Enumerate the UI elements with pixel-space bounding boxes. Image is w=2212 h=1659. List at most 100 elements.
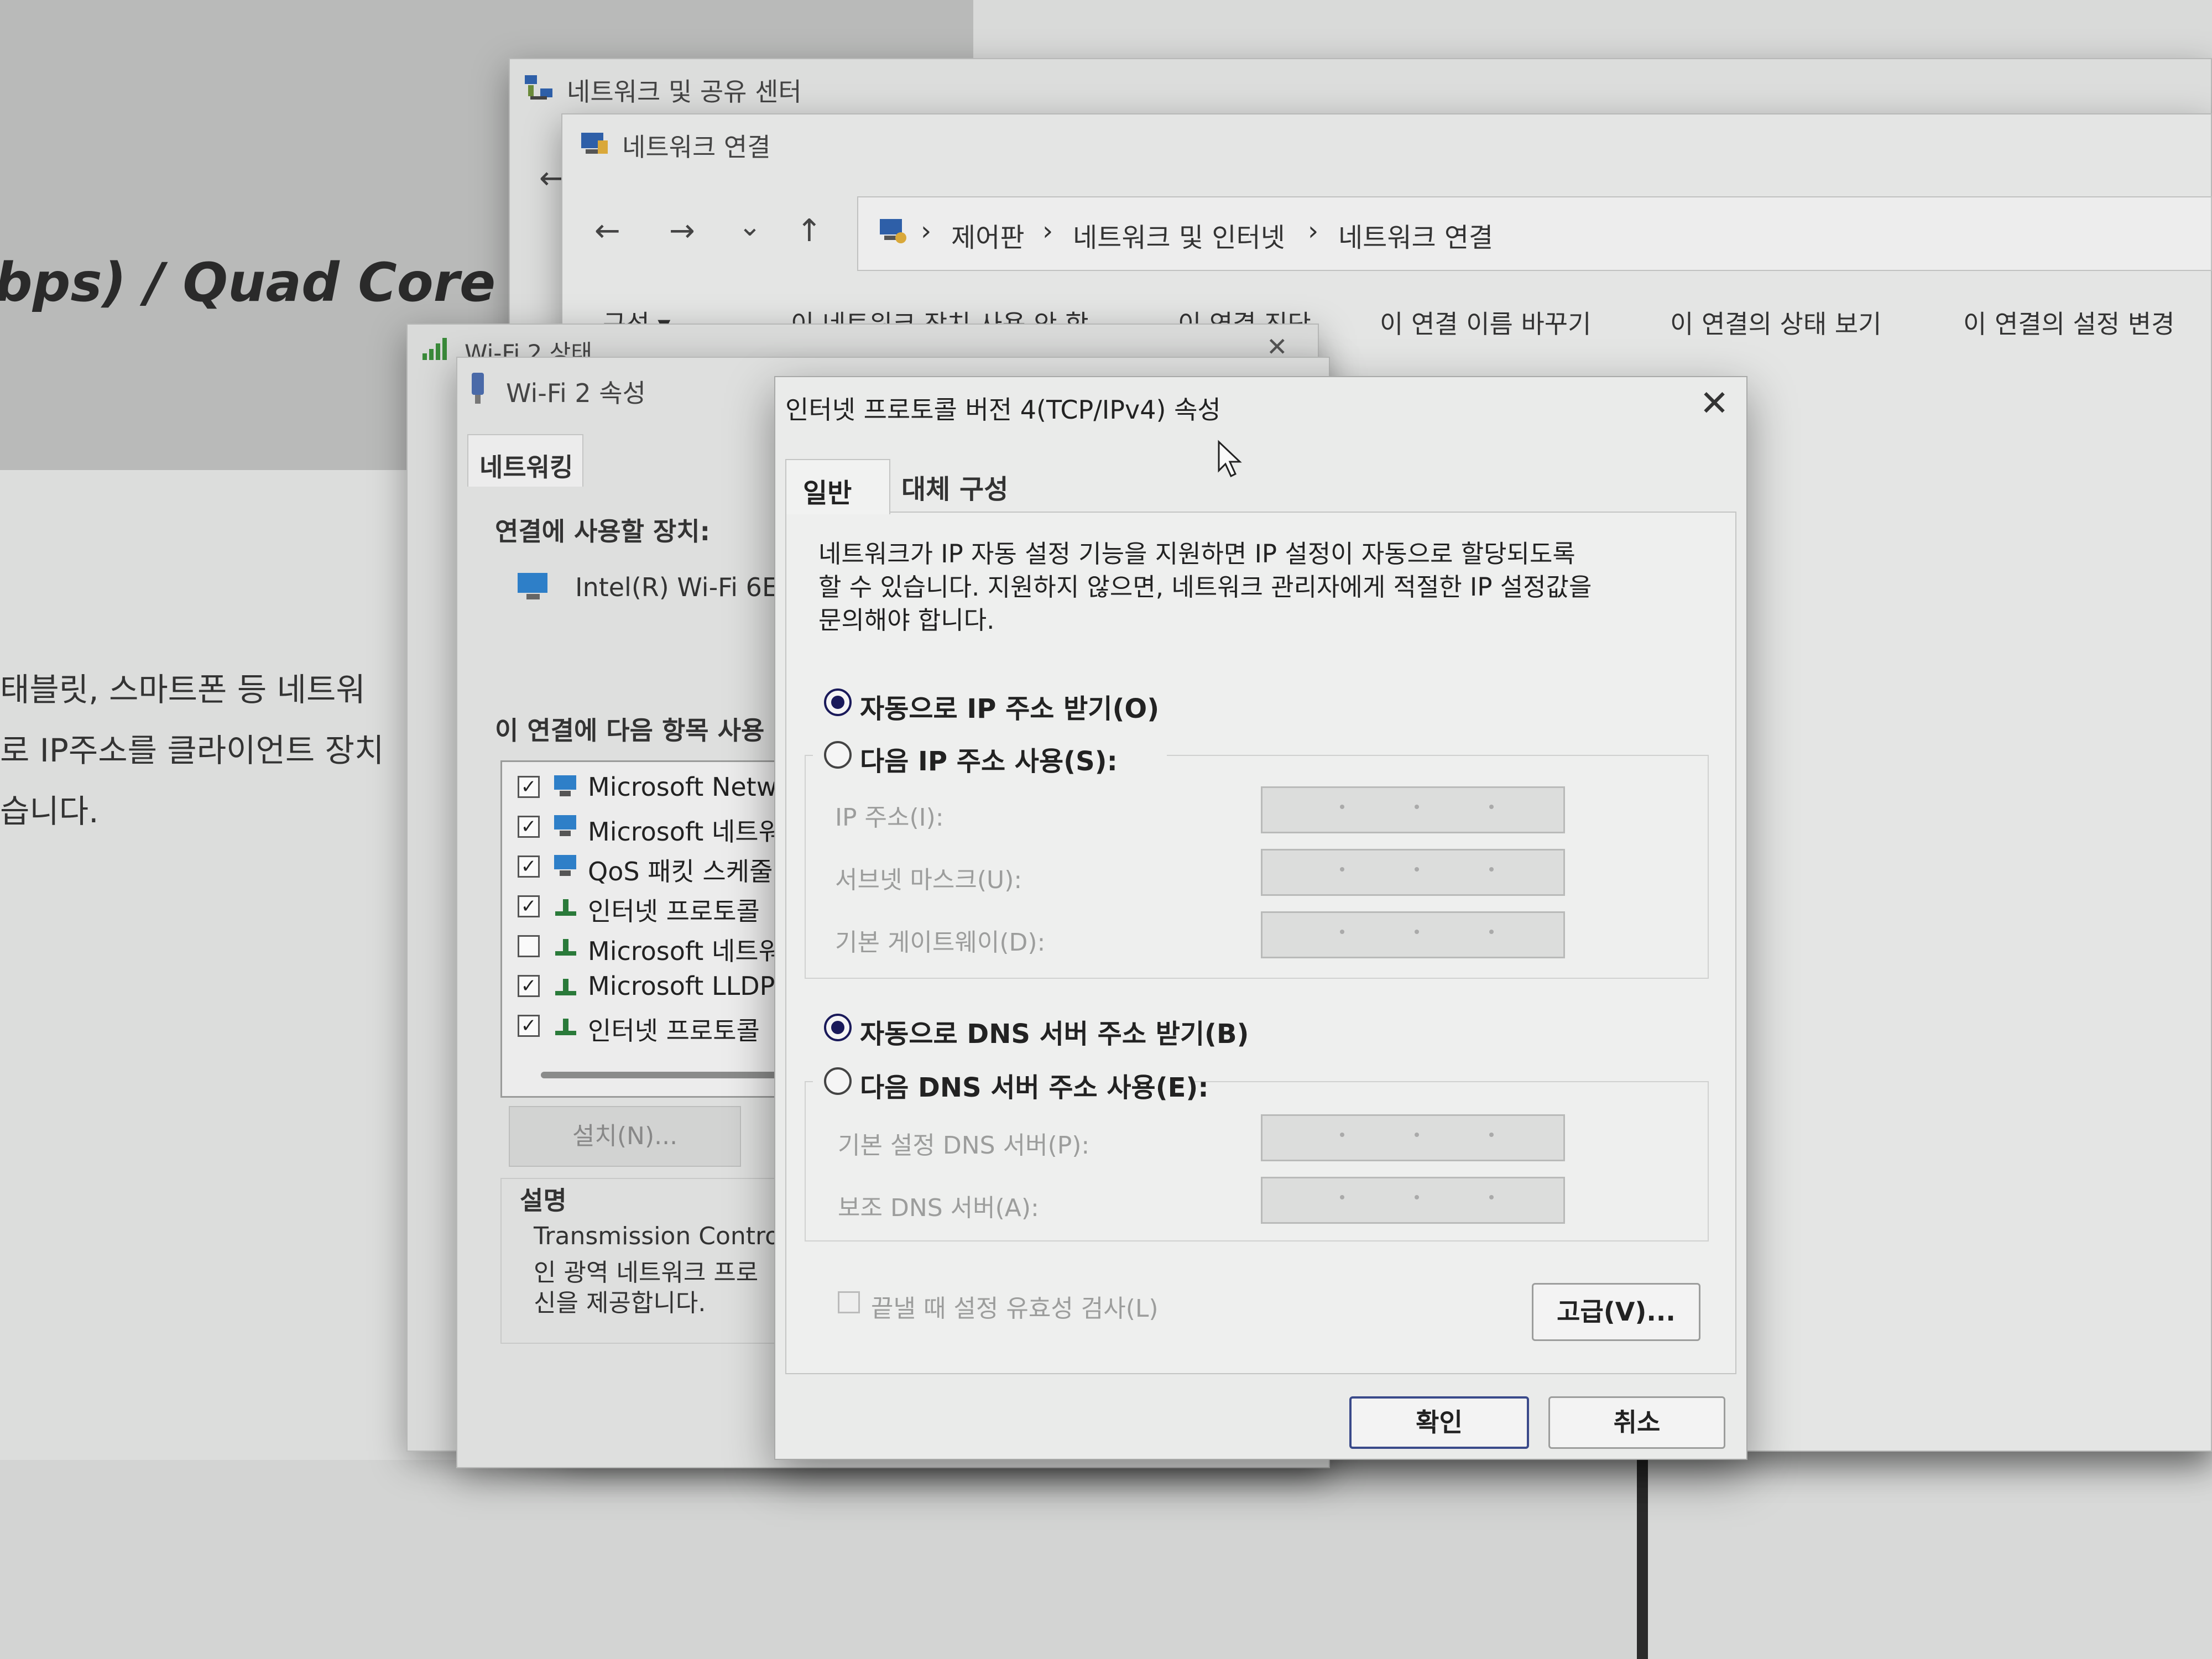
ok-button[interactable]: 확인 [1349, 1396, 1529, 1449]
network-service-icon [554, 855, 576, 876]
use-following-dns-label[interactable]: 다음 DNS 서버 주소 사용(E): [860, 1066, 1209, 1104]
list-item[interactable]: ✓ Microsoft Netwo [513, 768, 808, 806]
description-label: 설명 [520, 1186, 567, 1215]
component-checkbox[interactable] [518, 935, 540, 957]
wifi-adapter-icon [472, 373, 484, 404]
description-text: 신을 제공합니다. [534, 1289, 706, 1317]
horizontal-scrollbar[interactable] [541, 1072, 801, 1078]
component-checkbox[interactable]: ✓ [518, 1015, 540, 1037]
ip-address-label: IP 주소(I): [835, 804, 944, 832]
tab-networking[interactable]: 네트워킹 [467, 434, 583, 487]
preferred-dns-label: 기본 설정 DNS 서버(P): [838, 1131, 1090, 1160]
items-label: 이 연결에 다음 항목 사용 [495, 716, 765, 745]
dialog-title: 인터넷 프로토콜 버전 4(TCP/IPv4) 속성 [785, 395, 1221, 425]
close-icon[interactable]: ✕ [1698, 386, 1731, 421]
breadcrumb-network-internet[interactable]: 네트워크 및 인터넷 [1073, 216, 1285, 254]
window-title: 네트워크 및 공유 센터 [567, 77, 802, 107]
background-headline: bps) / Quad Core [0, 252, 496, 314]
default-gateway-label: 기본 게이트웨이(D): [835, 928, 1046, 957]
background-lower-right-area [1637, 1449, 2212, 1659]
component-checkbox[interactable]: ✓ [518, 975, 540, 997]
control-panel-icon [880, 219, 906, 243]
use-following-dns-radio[interactable] [824, 1067, 852, 1095]
tab-label: 네트워킹 [479, 452, 573, 482]
list-item[interactable]: ✓ Microsoft LLDP [513, 967, 808, 1005]
component-checkbox[interactable]: ✓ [518, 855, 540, 878]
alternate-dns-input[interactable] [1261, 1177, 1565, 1224]
cancel-button[interactable]: 취소 [1548, 1396, 1725, 1449]
component-label: 인터넷 프로토콜 [588, 896, 760, 926]
rename-command[interactable]: 이 연결 이름 바꾸기 [1380, 304, 1591, 341]
component-checkbox[interactable]: ✓ [518, 816, 540, 838]
up-button[interactable]: ↑ [796, 213, 822, 249]
obtain-ip-automatically-radio[interactable] [824, 688, 852, 716]
background-text-line: 습니다. [0, 792, 99, 830]
background-window-strip [973, 0, 2212, 61]
background-lower-area [0, 1460, 1637, 1659]
address-bar[interactable] [857, 196, 2212, 271]
window-title: Wi-Fi 2 속성 [506, 378, 646, 408]
list-item[interactable]: ✓ 인터넷 프로토콜 [513, 1006, 808, 1046]
obtain-ip-automatically-label[interactable]: 자동으로 IP 주소 받기(O) [860, 687, 1159, 726]
component-label: 인터넷 프로토콜 [588, 1016, 760, 1046]
protocol-icon [555, 979, 576, 995]
protocol-icon [555, 1019, 576, 1035]
change-settings-command[interactable]: 이 연결의 설정 변경 [1963, 304, 2174, 341]
tab-alternate-configuration[interactable]: 대체 구성 [901, 467, 1008, 506]
protocol-icon [555, 899, 576, 916]
subnet-mask-input[interactable] [1261, 849, 1565, 896]
breadcrumb-network-connections[interactable]: 네트워크 연결 [1338, 216, 1493, 254]
install-button[interactable]: 설치(N)... [509, 1106, 741, 1167]
list-item[interactable]: ✓ Microsoft 네트워 [513, 807, 808, 847]
preferred-dns-input[interactable] [1261, 1114, 1565, 1161]
background-text-line: 태블릿, 스마트폰 등 네트워 [0, 671, 366, 708]
component-label: Microsoft 네트워 [588, 936, 782, 966]
tab-label: 일반 [803, 478, 852, 509]
component-label: Microsoft LLDP [588, 971, 775, 1001]
obtain-dns-automatically-label[interactable]: 자동으로 DNS 서버 주소 받기(B) [860, 1012, 1249, 1051]
device-name: Intel(R) Wi-Fi 6E [575, 572, 779, 602]
components-list[interactable]: ✓ Microsoft Netwo ✓ Microsoft 네트워 ✓ QoS … [500, 760, 810, 1098]
protocol-icon [555, 939, 576, 956]
mouse-cursor-icon [1218, 440, 1242, 478]
recent-locations-button[interactable]: ⌄ [738, 210, 761, 242]
window-title: 네트워크 연결 [622, 132, 771, 162]
device-label: 연결에 사용할 장치: [495, 517, 710, 546]
network-client-icon [554, 815, 576, 836]
breadcrumb-separator: › [1308, 216, 1319, 247]
dialog-description: 할 수 있습니다. 지원하지 않으면, 네트워크 관리자에게 적절한 IP 설정… [818, 572, 1592, 602]
tab-general[interactable]: 일반 [785, 459, 890, 514]
background-text-line: 로 IP주소를 클라이언트 장치 [0, 732, 384, 769]
validate-settings-label[interactable]: 끝낼 때 설정 유효성 검사(L) [871, 1288, 1159, 1324]
network-adapter-icon [518, 573, 547, 599]
breadcrumb-separator: › [921, 216, 932, 247]
component-label: Microsoft Netwo [588, 772, 793, 802]
use-following-ip-label[interactable]: 다음 IP 주소 사용(S): [860, 739, 1118, 778]
list-item[interactable]: ✓ 인터넷 프로토콜 [513, 887, 808, 926]
network-client-icon [554, 775, 576, 796]
breadcrumb-control-panel[interactable]: 제어판 [951, 216, 1024, 254]
back-button[interactable]: ← [594, 213, 620, 249]
validate-settings-checkbox[interactable] [838, 1291, 860, 1313]
component-checkbox[interactable]: ✓ [518, 776, 540, 798]
description-text: Transmission Control [534, 1222, 787, 1250]
list-item[interactable]: Microsoft 네트워 [513, 927, 808, 966]
subnet-mask-label: 서브넷 마스크(U): [835, 866, 1022, 894]
dialog-description: 문의해야 합니다. [818, 606, 995, 635]
obtain-dns-automatically-radio[interactable] [824, 1014, 852, 1041]
breadcrumb-separator: › [1042, 216, 1053, 247]
view-status-command[interactable]: 이 연결의 상태 보기 [1670, 304, 1881, 341]
default-gateway-input[interactable] [1261, 911, 1565, 958]
network-connections-icon [581, 133, 608, 154]
forward-button[interactable]: → [669, 213, 695, 249]
dialog-description: 네트워크가 IP 자동 설정 기능을 지원하면 IP 설정이 자동으로 할당되도… [818, 539, 1575, 568]
alternate-dns-label: 보조 DNS 서버(A): [838, 1194, 1039, 1222]
component-label: Microsoft 네트워 [588, 817, 782, 847]
ip-address-input[interactable] [1261, 786, 1565, 833]
wifi-signal-icon [422, 338, 447, 360]
component-label: QoS 패킷 스케줄 [588, 857, 773, 886]
list-item[interactable]: ✓ QoS 패킷 스케줄 [513, 847, 808, 886]
advanced-button[interactable]: 고급(V)... [1532, 1283, 1700, 1341]
use-following-ip-radio[interactable] [824, 741, 852, 769]
component-checkbox[interactable]: ✓ [518, 895, 540, 917]
